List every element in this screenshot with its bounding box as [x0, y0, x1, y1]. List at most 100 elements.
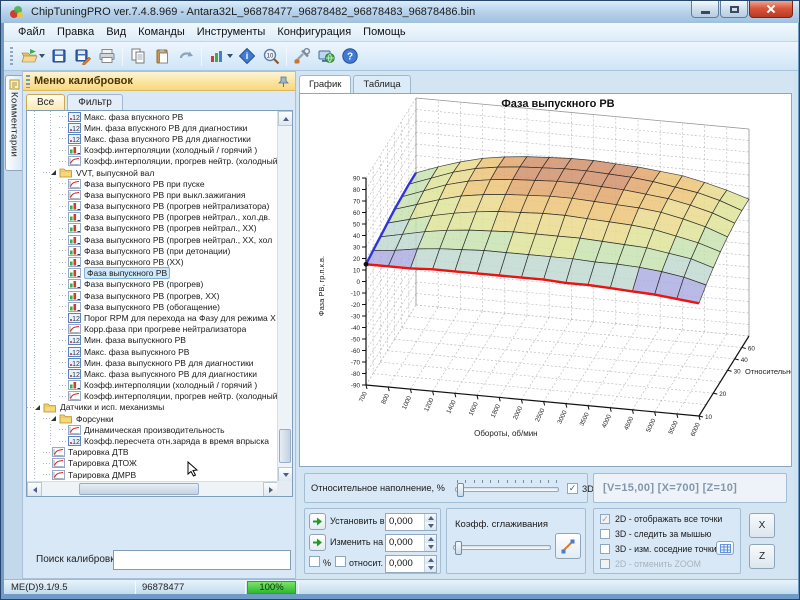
view-option-1[interactable]: 3D - следить за мышью [600, 529, 711, 539]
save-as-button[interactable] [71, 44, 95, 68]
scroll-left-button[interactable] [27, 482, 42, 497]
scroll-up-button[interactable] [278, 111, 293, 126]
view-option-0[interactable]: ✓2D - отображать все точки [600, 514, 722, 524]
open-button[interactable] [17, 44, 41, 68]
percent-checkbox[interactable] [309, 556, 320, 567]
tree-item[interactable]: 12Мин. фаза выпускного РВ [27, 335, 278, 346]
drag-grip[interactable] [26, 75, 30, 88]
save-button[interactable] [47, 44, 71, 68]
tab-all[interactable]: Все [26, 94, 65, 110]
paste-button[interactable] [150, 44, 174, 68]
tree-folder[interactable]: VVT, выпускной вал [27, 167, 278, 178]
tree-item[interactable]: Фаза выпускного РВ (ХХ) [27, 256, 278, 267]
smoothing-slider-thumb[interactable] [455, 541, 462, 555]
close-button[interactable] [749, 1, 793, 18]
grid-edit-button[interactable] [716, 541, 734, 555]
relative-value-spinner[interactable]: 0,000 [385, 555, 437, 573]
scroll-down-button[interactable] [278, 467, 293, 482]
menu-item-6[interactable]: Помощь [357, 24, 412, 40]
pin-icon[interactable] [277, 75, 290, 88]
checkbox[interactable] [600, 529, 610, 539]
tab-filter[interactable]: Фильтр [67, 94, 123, 110]
checkbox[interactable] [600, 559, 610, 569]
spinner-arrows[interactable] [424, 514, 436, 530]
menu-item-2[interactable]: Вид [100, 24, 132, 40]
scroll-thumb[interactable] [279, 429, 291, 463]
tree-item[interactable]: 12Коэфф.пересчета отн.заряда в время впр… [27, 435, 278, 446]
menu-item-0[interactable]: Файл [12, 24, 51, 40]
tree-item[interactable]: Фаза выпускного РВ (обогащение) [27, 301, 278, 312]
tools-button[interactable] [290, 44, 314, 68]
view-option-3[interactable]: 2D - отменить ZOOM [600, 559, 701, 569]
smoothing-apply-button[interactable] [555, 533, 581, 559]
tree-item[interactable]: Тарировка ДТВ [27, 447, 278, 458]
chart-area[interactable]: 9080706050403020100-10-20-30-40-50-60-70… [299, 93, 792, 467]
print-button[interactable] [95, 44, 119, 68]
menu-item-5[interactable]: Конфигурация [271, 24, 357, 40]
load-slider-track[interactable] [455, 487, 559, 492]
change-value-spinner[interactable]: 0,000 [385, 534, 437, 552]
tree-item[interactable]: Фаза выпускного РВ (при детонации) [27, 245, 278, 256]
tree-item[interactable]: Фаза выпускного РВ при пуске [27, 178, 278, 189]
toolbar-grip[interactable] [10, 47, 13, 65]
tree-item[interactable]: Корр.фаза при прогреве нейтрализатора [27, 324, 278, 335]
set-value-spinner[interactable]: 0,000 [385, 513, 437, 531]
undo-button[interactable] [174, 44, 198, 68]
apply-change-button[interactable] [309, 534, 326, 551]
comments-tab[interactable]: Комментарии [5, 75, 22, 171]
minimize-button[interactable] [691, 1, 719, 18]
tree-item[interactable]: Динамическая производительность [27, 424, 278, 435]
x-axis-button[interactable]: X [749, 513, 775, 538]
tree-item[interactable]: Фаза выпускного РВ при выкл.зажигания [27, 189, 278, 200]
checkbox[interactable]: ✓ [600, 514, 610, 524]
scroll-thumb[interactable] [79, 483, 199, 495]
zoom-search-button[interactable]: 10 [259, 44, 283, 68]
copy-button[interactable] [126, 44, 150, 68]
help-button[interactable]: ? [338, 44, 362, 68]
dropdown-arrow-icon[interactable] [39, 54, 45, 58]
tree-item[interactable]: Фаза выпускного РВ [27, 268, 278, 279]
tree-item[interactable]: Тарировка ДМРВ [27, 469, 278, 480]
tree-item[interactable]: 12Макс. фаза выпускного РВ для диагности… [27, 368, 278, 379]
apply-set-button[interactable] [309, 513, 326, 530]
tab-table[interactable]: Таблица [353, 75, 410, 93]
properties-button[interactable]: i [235, 44, 259, 68]
z-axis-button[interactable]: Z [749, 544, 775, 569]
tree-item[interactable]: Коэфф.интерполяции, прогрев нейтр. (холо… [27, 391, 278, 402]
tree-item[interactable]: Фаза выпускного РВ (прогрев нейтрализато… [27, 201, 278, 212]
3d-checkbox[interactable]: ✓ [567, 483, 578, 494]
tree-item[interactable]: 12Мин. фаза впускного РВ для диагностики [27, 122, 278, 133]
tree-item[interactable]: Тарировка ДТОЖ [27, 458, 278, 469]
chart-mode-button[interactable] [205, 44, 229, 68]
dropdown-arrow-icon[interactable] [227, 54, 233, 58]
tree-item[interactable]: 12Порог RPM для перехода на Фазу для реж… [27, 312, 278, 323]
tree-item[interactable]: Фаза выпускного РВ (прогрев нейтрал., ХХ… [27, 234, 278, 245]
tree-item[interactable]: 12Макс. фаза выпускного РВ [27, 346, 278, 357]
tree-item[interactable]: Коэфф.интерполяции (холодный / горячий ) [27, 380, 278, 391]
tree-folder[interactable]: Форсунки [27, 413, 278, 424]
spinner-arrows[interactable] [424, 535, 436, 551]
tree-vertical-scrollbar[interactable] [277, 111, 292, 482]
view-option-2[interactable]: 3D - изм. соседние точки [600, 544, 717, 554]
menu-item-4[interactable]: Инструменты [191, 24, 272, 40]
smoothing-slider-track[interactable] [453, 545, 551, 550]
expander-icon[interactable] [51, 170, 56, 175]
spinner-arrows[interactable] [424, 556, 436, 572]
search-input[interactable] [113, 550, 291, 570]
maximize-button[interactable] [720, 1, 748, 18]
checkbox[interactable] [600, 544, 610, 554]
tree-item[interactable]: Фаза выпускного РВ (прогрев) [27, 279, 278, 290]
relative-checkbox[interactable] [335, 556, 346, 567]
tree-item[interactable]: 12Макс. фаза впускного РВ [27, 111, 278, 122]
tree-item[interactable]: Коэфф.интерполяции, прогрев нейтр. (холо… [27, 156, 278, 167]
expander-icon[interactable] [35, 405, 40, 410]
menu-item-1[interactable]: Правка [51, 24, 100, 40]
menu-item-3[interactable]: Команды [132, 24, 191, 40]
scroll-right-button[interactable] [263, 482, 278, 497]
tree-item[interactable]: Коэфф.интерполяции (холодный / горячий ) [27, 145, 278, 156]
expander-icon[interactable] [51, 416, 56, 421]
tree-item[interactable]: Фаза выпускного РВ (прогрев, ХХ) [27, 290, 278, 301]
tree-folder[interactable]: Датчики и исп. механизмы [27, 402, 278, 413]
tree-item[interactable]: Фаза выпускного РВ (прогрев нейтрал., ХХ… [27, 223, 278, 234]
tree-item[interactable]: 12Мин. фаза выпускного РВ для диагностик… [27, 357, 278, 368]
